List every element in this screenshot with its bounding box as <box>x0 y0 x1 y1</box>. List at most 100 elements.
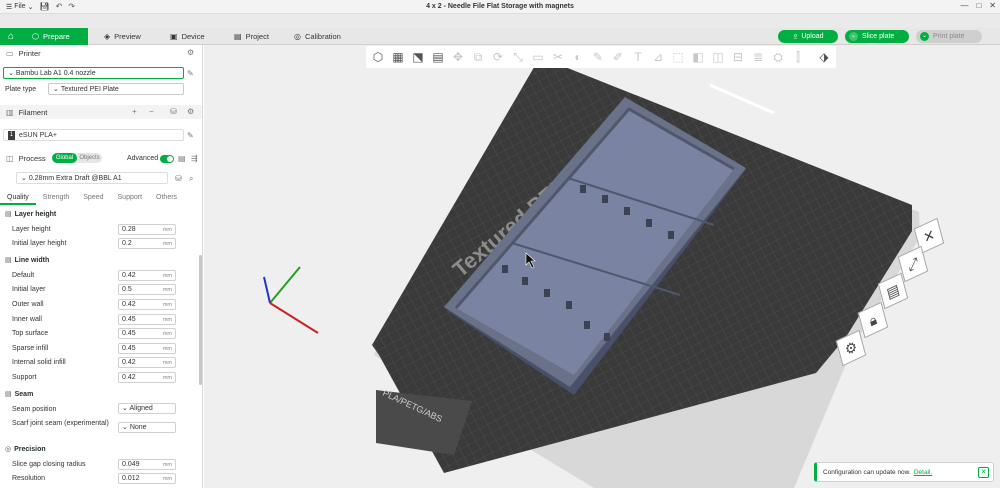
advanced-toggle[interactable] <box>160 155 174 163</box>
plate-layout-icon[interactable]: ▤ <box>430 49 446 65</box>
internal-solid-infill-width-input[interactable]: 0.42 mm <box>118 357 176 368</box>
group-line-width: ▤ Line width <box>5 256 50 265</box>
process-scope-switch[interactable]: Global Objects <box>52 153 102 163</box>
initial-layer-width-input[interactable]: 0.5 mm <box>118 284 176 295</box>
scale-icon[interactable]: ⤡ <box>510 49 526 65</box>
measure-icon[interactable]: ⊿ <box>650 49 666 65</box>
chevron-down-icon: ⌄ <box>27 3 34 11</box>
group-precision: ◎ Precision <box>5 445 46 454</box>
lock-icon: 🔒︎ <box>867 310 879 329</box>
support-width-input[interactable]: 0.42 mm <box>118 372 176 383</box>
sync-icon[interactable]: ⛁ <box>170 107 177 116</box>
edit-icon[interactable]: ✎ <box>187 69 194 78</box>
setting-label: Slice gap closing radius <box>12 461 86 468</box>
gear-icon[interactable]: ⚙ <box>187 107 194 116</box>
global-option[interactable]: Global <box>52 153 77 163</box>
panel-scrollbar[interactable] <box>199 255 202 385</box>
top-surface-width-input[interactable]: 0.45 mm <box>118 328 176 339</box>
boolean-icon[interactable]: ◐ <box>570 49 586 65</box>
close-icon[interactable]: ✕ <box>989 1 996 10</box>
search-icon[interactable]: ⌕ <box>189 174 193 184</box>
printer-icon: ▭ <box>6 48 14 58</box>
filament-index: 1 <box>8 130 15 140</box>
tab-prepare[interactable]: ⬡ Prepare <box>22 28 88 45</box>
redo-icon[interactable]: ↷ <box>68 2 75 11</box>
save-icon[interactable]: 💾︎ <box>39 2 49 11</box>
compare-icon[interactable]: ▤ <box>178 154 186 163</box>
remove-filament-button[interactable]: − <box>149 107 154 116</box>
arrange-grid-icon[interactable]: ▦ <box>390 49 406 65</box>
arrange-icon: ▤ <box>884 279 901 302</box>
color-paint-icon[interactable]: ◧ <box>690 49 706 65</box>
move-icon[interactable]: ✥ <box>450 49 466 65</box>
plate-type-select[interactable]: ⌄ Textured PEI Plate <box>48 83 184 95</box>
seam-position-select[interactable]: ⌄ Aligned <box>118 403 176 414</box>
initial-layer-height-input[interactable]: 0.2 mm <box>118 238 176 249</box>
seam-icon: ▤ <box>5 391 12 398</box>
inner-wall-width-input[interactable]: 0.45 mm <box>118 314 176 325</box>
add-filament-button[interactable]: + <box>132 107 137 116</box>
default-width-input[interactable]: 0.42 mm <box>118 270 176 281</box>
undo-icon[interactable]: ↶ <box>56 2 63 11</box>
orient-icon[interactable]: ⬔ <box>410 49 426 65</box>
outer-wall-width-input[interactable]: 0.42 mm <box>118 299 176 310</box>
scarf-joint-seam-select[interactable]: ⌄ None <box>118 422 176 433</box>
setting-label: Outer wall <box>12 301 44 308</box>
filament-select[interactable]: 1 eSUN PLA+ <box>3 129 184 141</box>
home-button[interactable]: ⌂ <box>0 28 22 45</box>
split-icon[interactable]: ⫿ <box>790 49 806 65</box>
tune-icon[interactable]: ⇶ <box>191 154 198 163</box>
view-icon[interactable]: ◫ <box>710 49 726 65</box>
printer-header: ▭ Printer <box>6 48 41 58</box>
objects-option[interactable]: Objects <box>77 153 102 163</box>
tab-preview[interactable]: ◈ Preview <box>94 28 151 45</box>
slice-gap-closing-radius-input[interactable]: 0.049 mm <box>118 459 176 470</box>
sparse-infill-width-input[interactable]: 0.45 mm <box>118 343 176 354</box>
text-icon[interactable]: T <box>630 49 646 65</box>
setting-label: Initial layer <box>12 286 46 293</box>
lay-flat-icon[interactable]: ▭ <box>530 49 546 65</box>
tab-others[interactable]: Others <box>149 192 184 205</box>
save-preset-icon[interactable]: ⛁ <box>175 174 182 183</box>
resolution-input[interactable]: 0.012 mm <box>118 473 176 484</box>
add-object-icon[interactable]: ⬡ <box>370 49 386 65</box>
tab-device[interactable]: ▣ Device <box>160 28 215 45</box>
edit-icon[interactable]: ✎ <box>187 131 194 140</box>
detail-link[interactable]: Detail. <box>914 469 932 476</box>
minimize-icon[interactable]: — <box>960 1 968 10</box>
print-plate-button[interactable]: ⌄ Print plate <box>916 30 982 43</box>
brim-ears-icon[interactable]: ⬗ <box>816 49 832 65</box>
gear-icon[interactable]: ⚙ <box>187 48 194 57</box>
y-axis <box>269 266 301 304</box>
tab-support[interactable]: Support <box>111 192 150 205</box>
chevron-down-icon[interactable]: ⌄ <box>849 32 858 41</box>
assembly-icon[interactable]: ⬚ <box>670 49 686 65</box>
tab-project[interactable]: ▤ Project <box>224 28 279 45</box>
printer-select[interactable]: ⌄ Bambu Lab A1 0.4 nozzle <box>3 67 184 79</box>
support-paint-icon[interactable]: ✎ <box>590 49 606 65</box>
cut-icon[interactable]: ✂ <box>550 49 566 65</box>
chevron-down-icon: ⌄ <box>8 70 14 77</box>
file-menu[interactable]: ☰ File ⌄ <box>6 3 33 11</box>
chevron-down-icon[interactable]: ⌄ <box>920 32 929 41</box>
tab-quality[interactable]: Quality <box>0 192 36 205</box>
setting-label: Seam position <box>12 406 57 413</box>
maximize-icon[interactable]: □ <box>976 1 981 10</box>
seam-paint-icon[interactable]: ✐ <box>610 49 626 65</box>
slice-plate-button[interactable]: ⌄ Slice plate <box>845 30 909 43</box>
upload-button[interactable]: ⇪ Upload <box>778 30 838 43</box>
layer-height-input[interactable]: 0.28 mm <box>118 224 176 235</box>
3d-viewport[interactable]: Textured PEI plate PLA/PETG/ABS ✕ ⤢ ▤ 🔒︎… <box>204 45 1000 488</box>
tab-strength[interactable]: Strength <box>36 192 76 205</box>
copy-icon[interactable]: ⧉ <box>470 49 486 65</box>
setting-label: Scarf joint seam (experimental) <box>12 420 109 427</box>
section-icon[interactable]: ⊟ <box>730 49 746 65</box>
variable-height-icon[interactable]: ≣ <box>750 49 766 65</box>
emboss-icon[interactable]: ⛭ <box>770 49 786 65</box>
close-icon[interactable]: ✕ <box>978 467 989 478</box>
tab-speed[interactable]: Speed <box>76 192 110 205</box>
process-preset-select[interactable]: ⌄ 0.28mm Extra Draft @BBL A1 <box>16 172 168 184</box>
rotate-icon[interactable]: ⟳ <box>490 49 506 65</box>
tab-calibration[interactable]: ◎ Calibration <box>284 28 351 45</box>
gear-icon: ⚙ <box>843 337 859 359</box>
